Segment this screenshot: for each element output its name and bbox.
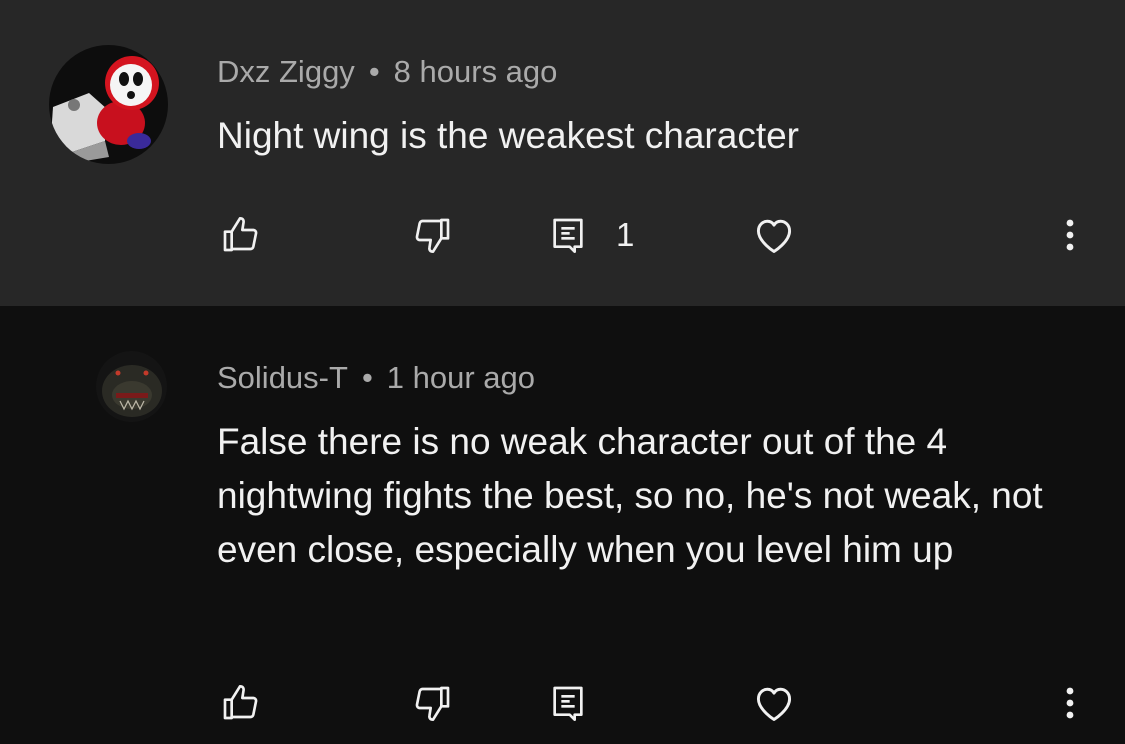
dislike-button[interactable] [405,205,461,265]
comment-meta: Solidus-T • 1 hour ago [217,360,535,396]
reply-button[interactable] [548,673,648,733]
reply-icon [553,218,583,254]
more-button[interactable] [1050,205,1090,265]
heart-icon [756,687,792,721]
avatar[interactable] [96,351,167,422]
thumbs-up-icon [223,685,258,720]
meta-separator: • [361,360,373,395]
heart-icon [756,219,792,253]
meta-separator: • [368,54,380,89]
comment-card: Dxz Ziggy • 8 hours ago Night wing is the … [0,0,1125,306]
thumbs-down-icon [415,686,450,721]
more-vert-icon [1066,219,1074,251]
comment-time: 8 hours ago [393,54,558,89]
shy-guy-avatar-icon [49,45,168,164]
thumbs-up-icon [223,217,258,252]
dark-creature-avatar-icon [96,351,167,422]
comment-meta: Dxz Ziggy • 8 hours ago [217,54,557,90]
comment-actions: 1 [0,205,1125,265]
like-button[interactable] [212,205,268,265]
like-button[interactable] [212,673,268,733]
more-button[interactable] [1050,673,1090,733]
avatar[interactable] [49,45,168,164]
reply-count: 1 [616,216,635,253]
comment-actions [0,673,1125,733]
dislike-button[interactable] [405,673,461,733]
author-name[interactable]: Dxz Ziggy [217,54,355,89]
reply-icon [553,686,583,721]
thumbs-down-icon [415,218,450,253]
comment-text: False there is no weak character out of … [217,421,1043,570]
reply-button[interactable]: 1 [548,205,648,265]
reply-comment-card: Solidus-T • 1 hour ago False there is no w… [0,306,1125,744]
more-vert-icon [1066,687,1074,719]
comment-text: Night wing is the weakest character [217,115,799,156]
author-name[interactable]: Solidus-T [217,360,348,395]
heart-button[interactable] [745,205,803,265]
comment-time: 1 hour ago [386,360,536,395]
heart-button[interactable] [745,673,803,733]
